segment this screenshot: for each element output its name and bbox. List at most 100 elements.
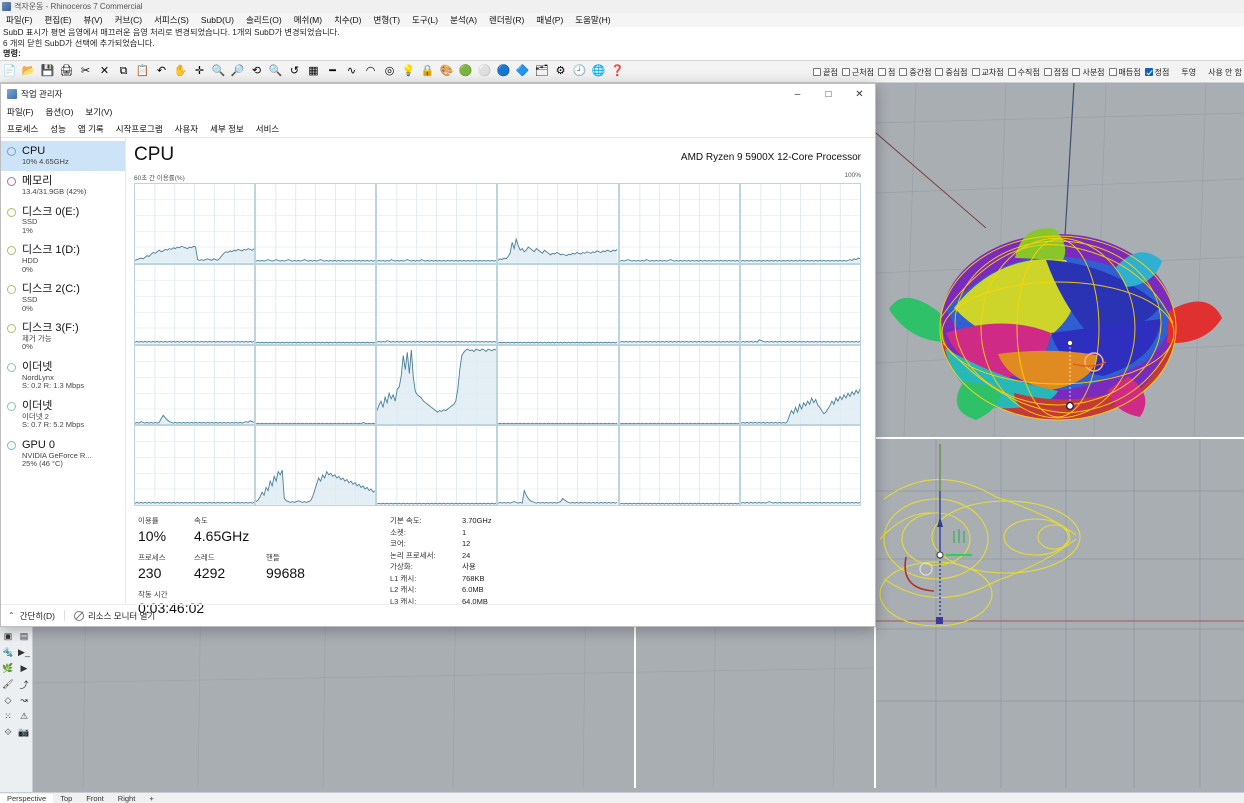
zoom-window-icon[interactable]: 🔎 xyxy=(229,63,246,80)
window-controls[interactable]: – □ ✕ xyxy=(782,84,875,104)
task-manager-menu-bar[interactable]: 파일(F) 옵션(O) 보기(V) xyxy=(1,104,875,120)
undo-icon[interactable]: ↶ xyxy=(153,63,170,80)
osnap-tan[interactable]: 접점 xyxy=(1044,67,1069,78)
rhino-menu-transform[interactable]: 변형(T) xyxy=(368,14,407,26)
osnap-end[interactable]: 끝점 xyxy=(813,67,838,78)
xray-icon[interactable]: 🔵 xyxy=(495,63,512,80)
light-icon[interactable]: 💡 xyxy=(400,63,417,80)
lock-icon[interactable]: 🔒 xyxy=(419,63,436,80)
task-manager-title-bar[interactable]: 작업 관리자 – □ ✕ xyxy=(1,84,875,104)
grass-icon[interactable]: 🌿 xyxy=(0,660,16,676)
sidebar-item-disk0[interactable]: 디스크 0(E:) SSD 1% xyxy=(1,202,125,241)
osnap-project[interactable]: 투영 xyxy=(1173,67,1196,78)
line-icon[interactable]: ━ xyxy=(324,63,341,80)
osnap-cen-checkbox[interactable] xyxy=(935,68,943,76)
rhino-menu-dimension[interactable]: 치수(D) xyxy=(328,14,367,26)
open-folder-icon[interactable]: 📂 xyxy=(20,63,37,80)
osnap-mid-checkbox[interactable] xyxy=(899,68,907,76)
viewport-tab-right[interactable]: Right xyxy=(111,794,143,803)
rhino-menu-analyze[interactable]: 분석(A) xyxy=(444,14,483,26)
paste-icon[interactable]: 📋 xyxy=(134,63,151,80)
osnap-vertex[interactable]: 정점 xyxy=(1145,67,1170,78)
viewport-tab-front[interactable]: Front xyxy=(79,794,111,803)
sidebar-item-gpu0[interactable]: GPU 0 NVIDIA GeForce R... 25% (46 °C) xyxy=(1,435,125,474)
rhino-menu-surface[interactable]: 서피스(S) xyxy=(148,14,195,26)
tab-users[interactable]: 사용자 xyxy=(175,123,198,135)
analyze-icon[interactable]: ⟐ xyxy=(0,724,16,740)
maximize-button[interactable]: □ xyxy=(813,84,844,104)
tab-startup[interactable]: 시작프로그램 xyxy=(116,123,163,135)
delete-icon[interactable]: ✕ xyxy=(96,63,113,80)
osnap-knot[interactable]: 매듭점 xyxy=(1109,67,1141,78)
osnap-project-checkbox[interactable] xyxy=(1173,68,1179,76)
osnap-point[interactable]: 점 xyxy=(878,67,895,78)
curve-icon[interactable]: ∿ xyxy=(343,63,360,80)
tab-performance[interactable]: 성능 xyxy=(50,123,66,135)
warning-icon[interactable]: ⚠ xyxy=(16,708,32,724)
osnap-bar[interactable]: 끝점 근처점 점 중간점 중심점 교차점 수직점 접점 사분점 매듭점 정점 투… xyxy=(809,62,1242,82)
task-manager-footer[interactable]: ⌃ 간단히(D) 리소스 모니터 열기 xyxy=(1,604,875,626)
rhino-menu-solid[interactable]: 솔리드(O) xyxy=(240,14,288,26)
rhino-menu-panels[interactable]: 패널(P) xyxy=(530,14,569,26)
osnap-perp[interactable]: 수직점 xyxy=(1008,67,1040,78)
osnap-mid[interactable]: 중간점 xyxy=(899,67,931,78)
copy-icon[interactable]: ⧉ xyxy=(115,63,132,80)
rhino-menu-tools[interactable]: 도구(L) xyxy=(406,14,444,26)
properties-icon[interactable]: ⚙ xyxy=(552,63,569,80)
arc-icon[interactable]: ◠ xyxy=(362,63,379,80)
osnap-vertex-checkbox[interactable] xyxy=(1145,68,1153,76)
sidebar-item-disk1[interactable]: 디스크 1(D:) HDD 0% xyxy=(1,240,125,279)
task-manager-tabs[interactable]: 프로세스 성능 앱 기록 시작프로그램 사용자 세부 정보 서비스 xyxy=(1,120,875,138)
osnap-tan-checkbox[interactable] xyxy=(1044,68,1052,76)
select-window-icon[interactable]: ▤ xyxy=(16,628,32,644)
zoom-selected-icon[interactable]: 🔍 xyxy=(267,63,284,80)
rhino-menu-file[interactable]: 파일(F) xyxy=(0,14,39,26)
osnap-perp-checkbox[interactable] xyxy=(1008,68,1016,76)
osnap-near[interactable]: 근처점 xyxy=(842,67,874,78)
layer-icon[interactable]: 🗂 xyxy=(533,63,550,80)
zoom-extents-icon[interactable]: ⟲ xyxy=(248,63,265,80)
rhino-menu-view[interactable]: 뷰(V) xyxy=(77,14,108,26)
print-icon[interactable]: 🖨 xyxy=(58,63,75,80)
sidebar-item-ethernet-2[interactable]: 이더넷 이더넷 2 S: 0.7 R: 5.2 Mbps xyxy=(1,396,125,435)
tm-menu-view[interactable]: 보기(V) xyxy=(85,106,112,118)
rhino-menu-bar[interactable]: 파일(F) 편집(E) 뷰(V) 커브(C) 서피스(S) SubD(U) 솔리… xyxy=(0,13,1244,27)
collapse-button-label[interactable]: 간단히(D) xyxy=(20,610,55,622)
osnap-disable-checkbox[interactable] xyxy=(1200,68,1206,76)
osnap-cen[interactable]: 중심점 xyxy=(935,67,967,78)
tab-services[interactable]: 서비스 xyxy=(256,123,279,135)
rhino-status-bar[interactable]: Perspective Top Front Right + xyxy=(0,792,1244,803)
browser-icon[interactable]: 🌐 xyxy=(590,63,607,80)
chevron-up-icon[interactable]: ⌃ xyxy=(8,611,15,620)
select-icon[interactable]: ▣ xyxy=(0,628,16,644)
osnap-knot-checkbox[interactable] xyxy=(1109,68,1117,76)
camera-icon[interactable]: 📷 xyxy=(16,724,32,740)
grid-icon[interactable]: ▦ xyxy=(305,63,322,80)
viewport-tab-add[interactable]: + xyxy=(142,794,160,803)
viewport-tab-perspective[interactable]: Perspective xyxy=(0,794,53,803)
tm-menu-options[interactable]: 옵션(O) xyxy=(46,106,74,118)
render-icon[interactable]: 🎨 xyxy=(438,63,455,80)
osnap-end-checkbox[interactable] xyxy=(813,68,821,76)
rhino-menu-mesh[interactable]: 메쉬(M) xyxy=(288,14,328,26)
tab-app-history[interactable]: 앱 기록 xyxy=(78,123,104,135)
viewport-bottom-right[interactable] xyxy=(876,439,1244,788)
help-icon[interactable]: ❓ xyxy=(609,63,626,80)
undo-view-icon[interactable]: ↺ xyxy=(286,63,303,80)
history-icon[interactable]: 🕘 xyxy=(571,63,588,80)
save-icon[interactable]: 💾 xyxy=(39,63,56,80)
points-icon[interactable]: ⁙ xyxy=(0,708,16,724)
osnap-disable[interactable]: 사용 안 함 xyxy=(1200,67,1242,78)
flow-icon[interactable]: ↝ xyxy=(16,692,32,708)
sidebar-item-disk2[interactable]: 디스크 2(C:) SSD 0% xyxy=(1,279,125,318)
performance-sidebar[interactable]: CPU 10% 4.65GHz 메모리 13.4/31.9GB (42%) 디스… xyxy=(1,138,126,604)
shade-icon[interactable]: 🟢 xyxy=(457,63,474,80)
tm-menu-file[interactable]: 파일(F) xyxy=(7,106,34,118)
close-button[interactable]: ✕ xyxy=(844,84,875,104)
mesh-icon[interactable]: ◇ xyxy=(0,692,16,708)
sidebar-item-disk3[interactable]: 디스크 3(F:) 제거 가능 0% xyxy=(1,318,125,357)
osnap-quad-checkbox[interactable] xyxy=(1072,68,1080,76)
open-resource-monitor-button[interactable]: 리소스 모니터 열기 xyxy=(74,610,155,622)
grasshopper-icon[interactable]: 🔩 xyxy=(0,644,16,660)
tab-processes[interactable]: 프로세스 xyxy=(7,123,38,135)
